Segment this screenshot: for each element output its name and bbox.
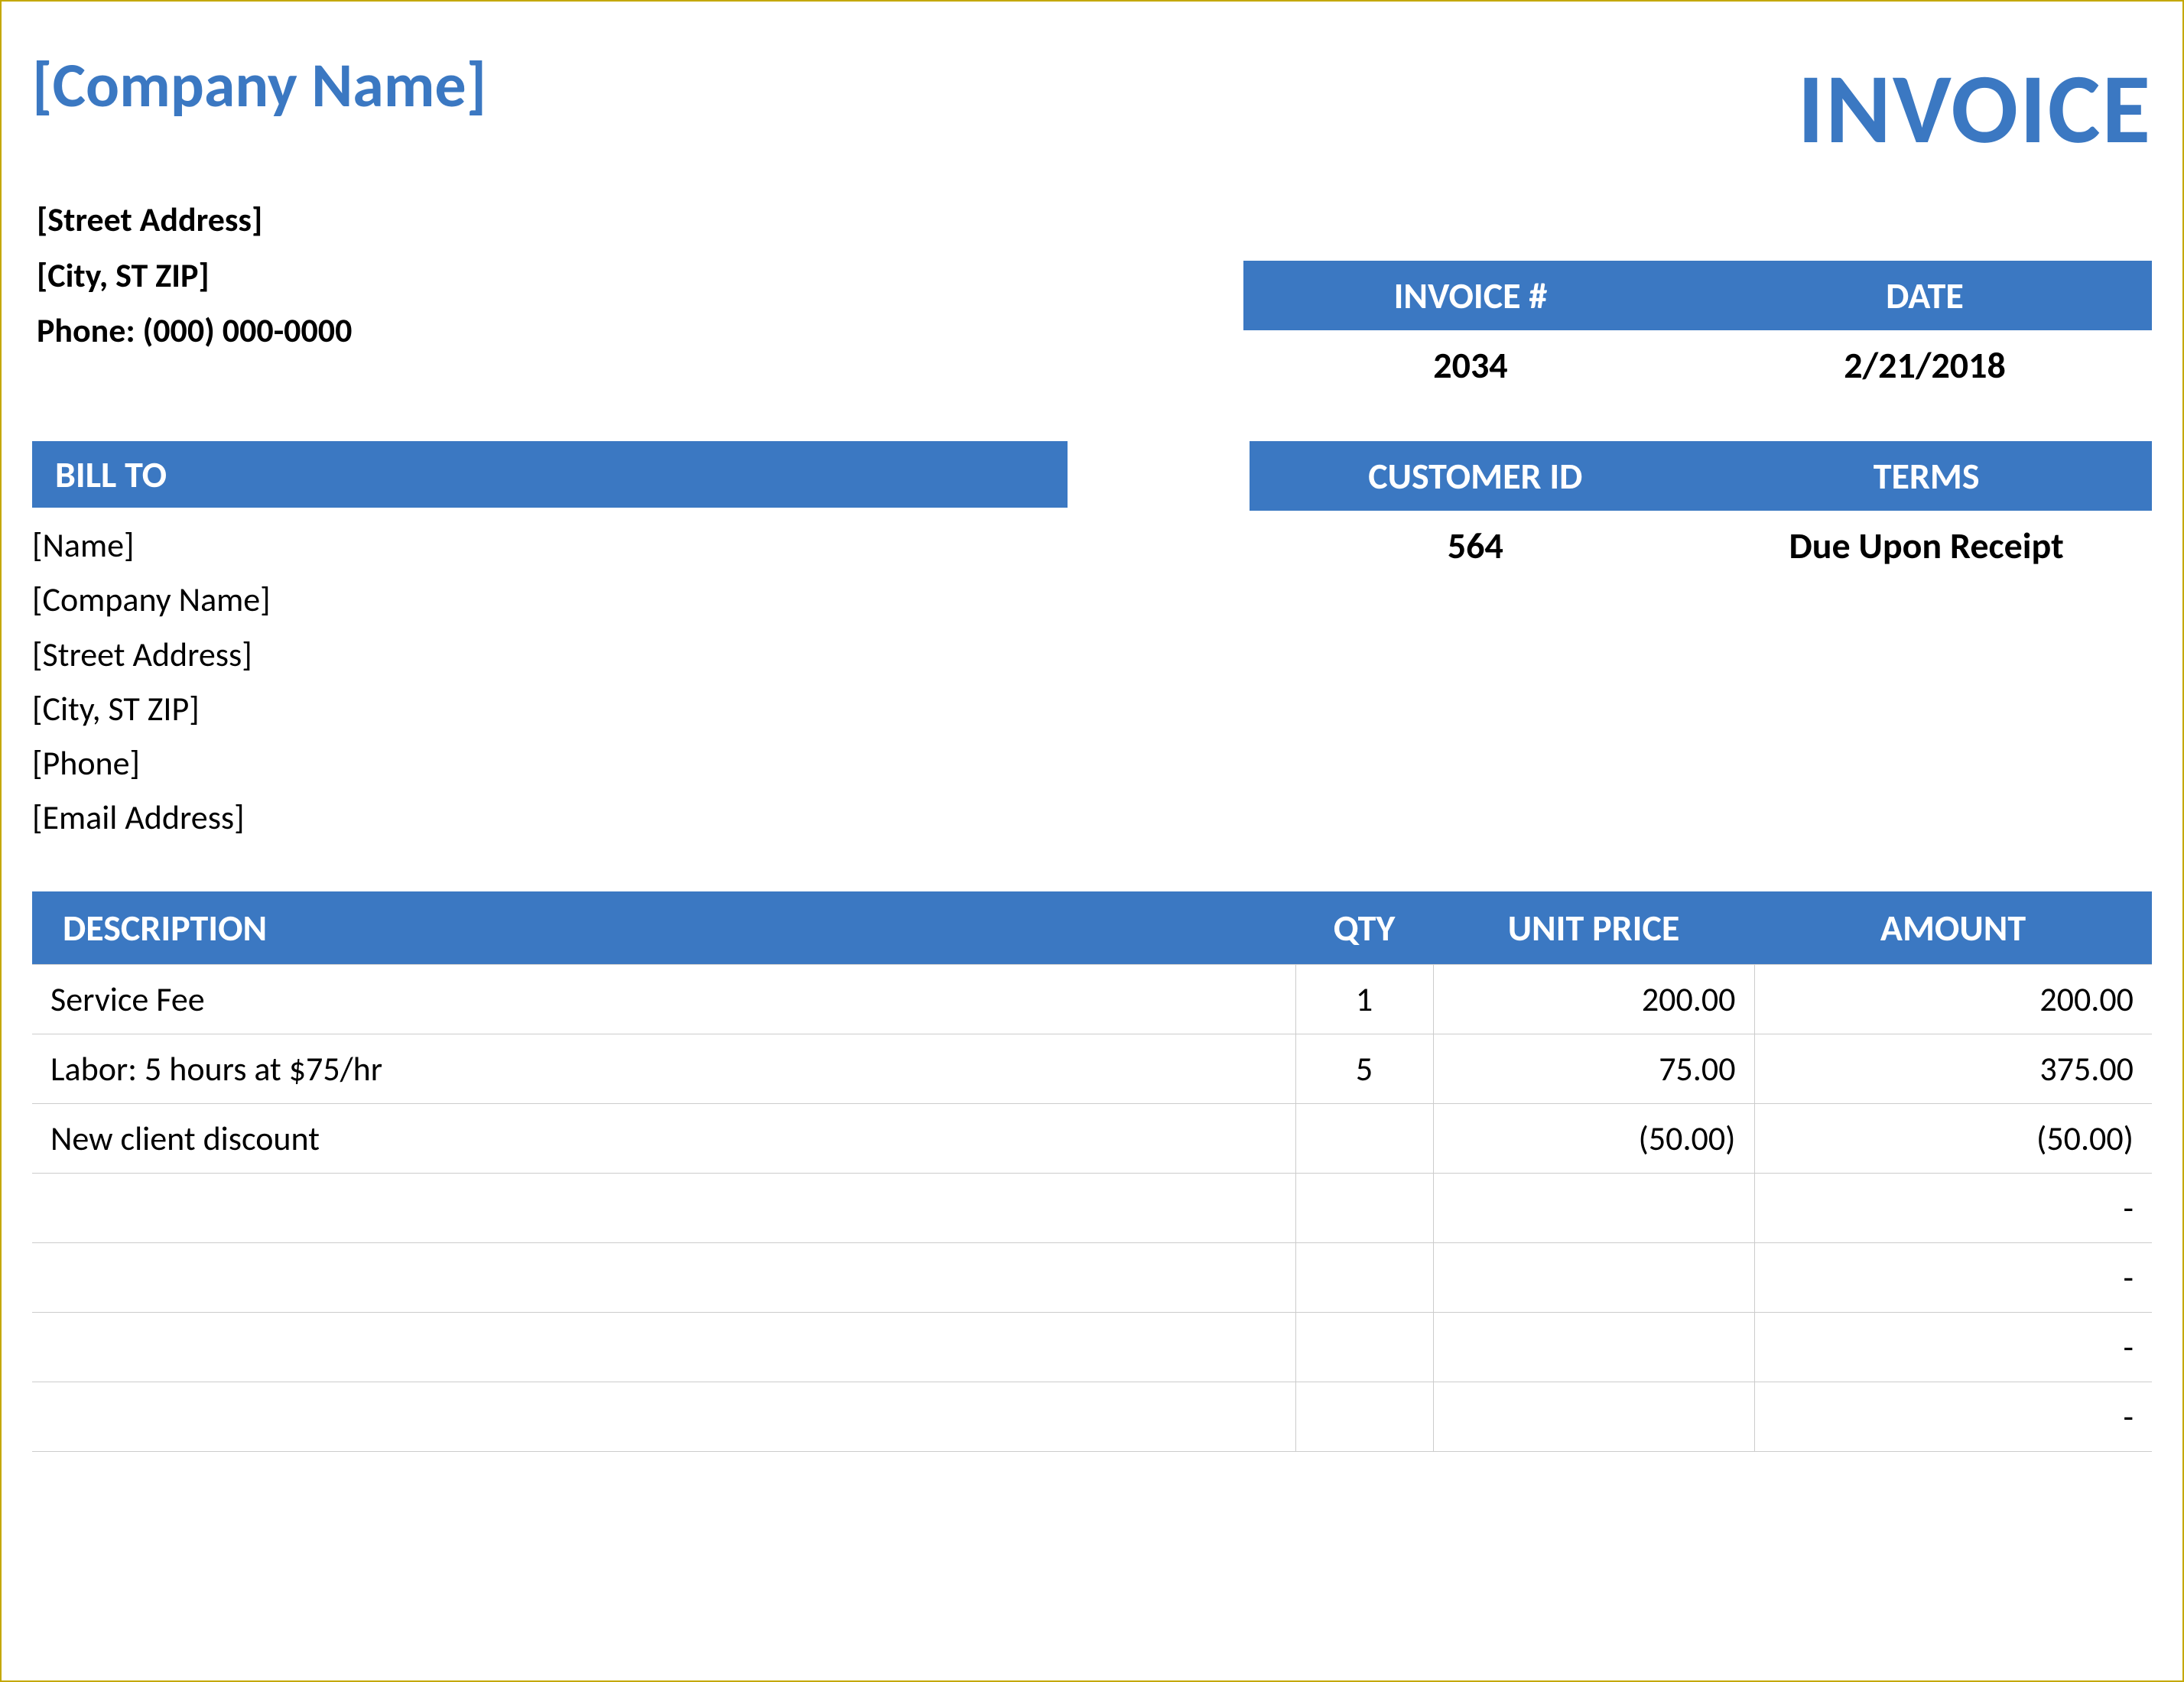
company-street: [Street Address] <box>37 192 1243 248</box>
company-address-block: [Street Address] [City, ST ZIP] Phone: (… <box>17 169 1243 359</box>
terms-col: TERMS Due Upon Receipt <box>1701 441 2152 846</box>
terms-value: Due Upon Receipt <box>1701 511 2152 568</box>
header-row: [Company Name] INVOICE <box>17 32 2167 169</box>
invoice-date-col: DATE 2/21/2018 <box>1698 261 2152 388</box>
cell-qty <box>1295 1382 1433 1451</box>
table-row: Labor: 5 hours at $75/hr575.00375.00 <box>32 1034 2152 1103</box>
cell-qty <box>1295 1103 1433 1173</box>
invoice-number-header: INVOICE # <box>1243 261 1698 330</box>
cell-description: Service Fee <box>32 964 1295 1034</box>
customer-id-value: 564 <box>1250 511 1701 568</box>
company-phone: Phone: (000) 000-0000 <box>37 303 1243 359</box>
invoice-date-value: 2/21/2018 <box>1698 330 2152 388</box>
cell-qty: 5 <box>1295 1034 1433 1103</box>
cell-unit-price <box>1433 1312 1754 1382</box>
billto-name: [Name] <box>32 518 1250 573</box>
table-row: New client discount (50.00)(50.00) <box>32 1103 2152 1173</box>
invoice-number-value: 2034 <box>1243 330 1698 388</box>
cell-amount: - <box>1754 1242 2152 1312</box>
cell-unit-price: (50.00) <box>1433 1103 1754 1173</box>
cell-description: New client discount <box>32 1103 1295 1173</box>
cell-unit-price <box>1433 1382 1754 1451</box>
cell-qty <box>1295 1173 1433 1242</box>
cell-qty <box>1295 1242 1433 1312</box>
customer-id-header: CUSTOMER ID <box>1250 441 1701 511</box>
billto-company: [Company Name] <box>32 573 1250 627</box>
cell-amount: 200.00 <box>1754 964 2152 1034</box>
th-unit-price: UNIT PRICE <box>1433 891 1754 965</box>
cell-amount: - <box>1754 1312 2152 1382</box>
table-row: - <box>32 1312 2152 1382</box>
customer-id-col: CUSTOMER ID 564 <box>1250 441 1701 846</box>
company-name: [Company Name] <box>32 47 486 124</box>
cell-amount: 375.00 <box>1754 1034 2152 1103</box>
table-row: - <box>32 1242 2152 1312</box>
table-row: - <box>32 1382 2152 1451</box>
billto-phone: [Phone] <box>32 736 1250 791</box>
billto-email: [Email Address] <box>32 791 1250 845</box>
cell-amount: (50.00) <box>1754 1103 2152 1173</box>
th-qty: QTY <box>1295 891 1433 965</box>
cell-description <box>32 1382 1295 1451</box>
table-row: - <box>32 1173 2152 1242</box>
cell-qty <box>1295 1312 1433 1382</box>
invoice-number-col: INVOICE # 2034 <box>1243 261 1698 388</box>
billto-row: BILL TO [Name] [Company Name] [Street Ad… <box>17 441 2167 846</box>
cell-amount: - <box>1754 1382 2152 1451</box>
cell-description <box>32 1242 1295 1312</box>
table-header-row: DESCRIPTION QTY UNIT PRICE AMOUNT <box>32 891 2152 965</box>
terms-header: TERMS <box>1701 441 2152 511</box>
cell-description <box>32 1312 1295 1382</box>
company-city: [City, ST ZIP] <box>37 248 1243 304</box>
billto-city: [City, ST ZIP] <box>32 682 1250 736</box>
th-amount: AMOUNT <box>1754 891 2152 965</box>
cell-qty: 1 <box>1295 964 1433 1034</box>
table-row: Service Fee1200.00200.00 <box>32 964 2152 1034</box>
billto-lines: [Name] [Company Name] [Street Address] [… <box>32 508 1250 846</box>
billto-header: BILL TO <box>32 441 1068 508</box>
cell-unit-price: 75.00 <box>1433 1034 1754 1103</box>
th-description: DESCRIPTION <box>32 891 1295 965</box>
cell-unit-price <box>1433 1173 1754 1242</box>
billto-street: [Street Address] <box>32 628 1250 682</box>
cell-unit-price: 200.00 <box>1433 964 1754 1034</box>
cell-description <box>32 1173 1295 1242</box>
line-items-table: DESCRIPTION QTY UNIT PRICE AMOUNT Servic… <box>32 891 2152 1452</box>
cell-description: Labor: 5 hours at $75/hr <box>32 1034 1295 1103</box>
invoice-title: INVOICE <box>1798 47 2152 169</box>
invoice-date-header: DATE <box>1698 261 2152 330</box>
cell-amount: - <box>1754 1173 2152 1242</box>
cell-unit-price <box>1433 1242 1754 1312</box>
